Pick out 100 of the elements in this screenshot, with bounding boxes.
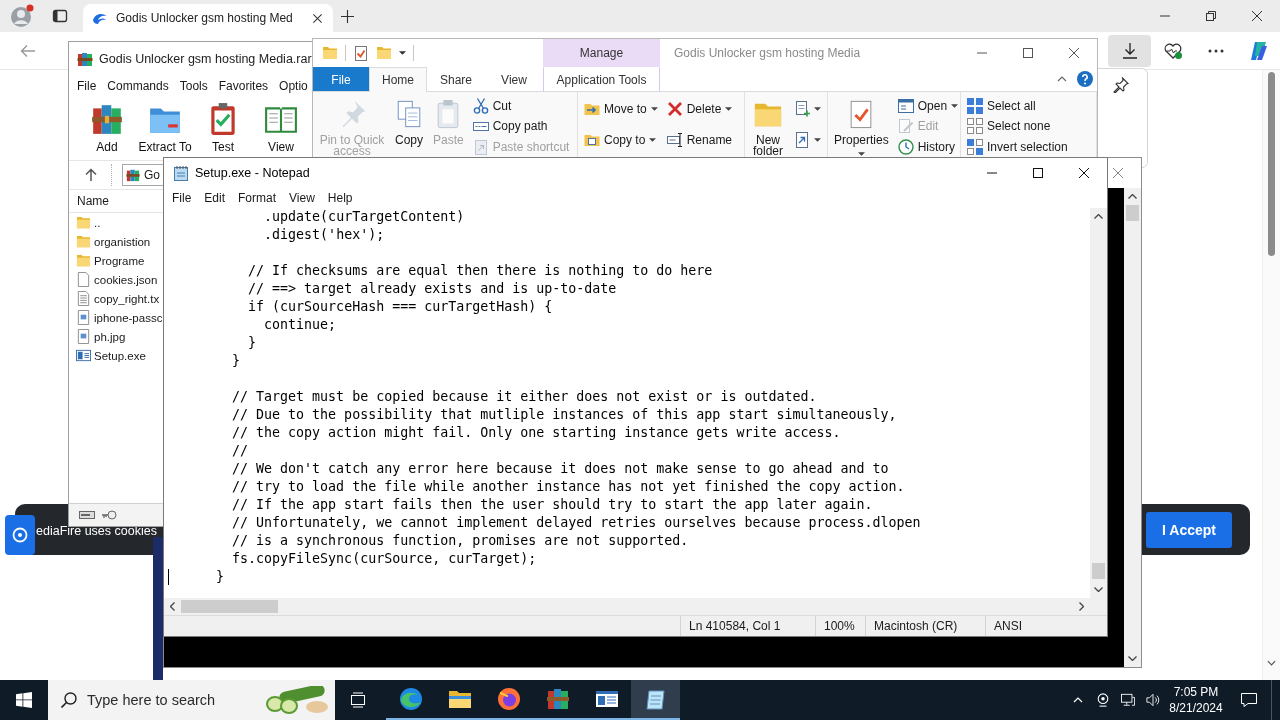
menu-item[interactable]: Tools — [179, 79, 208, 93]
checklist-icon[interactable] — [353, 45, 369, 61]
clock-time[interactable]: 7:05 PM — [1173, 684, 1219, 700]
code-line: // Due to the possibility that mutliple instances of this app start simultaneously, — [232, 407, 897, 422]
code-line: // is a synchronous function, promises are not supported. — [232, 533, 689, 548]
notification-icon[interactable] — [1241, 692, 1257, 708]
menu-item[interactable]: File — [172, 191, 192, 205]
ribbon-button[interactable]: Select all — [965, 96, 1070, 117]
menu-item[interactable]: Commands — [107, 79, 169, 93]
colorful-logo-icon[interactable] — [1248, 40, 1269, 61]
browser-tab[interactable]: Godis Unlocker gsm hosting Med — [83, 4, 333, 32]
pin-icon[interactable] — [1113, 77, 1129, 93]
menu-item[interactable]: Optio — [279, 79, 308, 93]
ribbon-button[interactable]: Copy — [392, 92, 426, 157]
maximize-icon[interactable] — [1033, 168, 1043, 178]
menu-item[interactable]: Favorites — [218, 79, 269, 93]
chevron-right-icon[interactable] — [1079, 602, 1084, 611]
ribbon-tab[interactable]: Share — [427, 67, 485, 91]
file-name[interactable]: .. — [94, 216, 101, 229]
code-line: // Target must be copied because it either does not exist or is outdated. — [232, 389, 817, 404]
file-name[interactable]: ph.jpg — [94, 330, 126, 343]
search-field[interactable]: Type here to search — [87, 692, 237, 708]
file-name[interactable]: Setup.exe — [94, 349, 146, 362]
taskbar-button[interactable] — [631, 680, 680, 720]
menu-item[interactable]: View — [289, 191, 315, 205]
chevron-down-icon[interactable] — [1267, 660, 1276, 666]
code-line: continue; — [264, 317, 337, 332]
up-arrow-icon[interactable] — [85, 168, 97, 182]
toolbar-button[interactable]: Add — [79, 99, 135, 157]
ribbon-button[interactable]: Open — [895, 96, 961, 117]
caret-icon[interactable] — [399, 51, 406, 55]
webcam-icon[interactable] — [1095, 693, 1110, 707]
more-icon[interactable] — [1207, 48, 1224, 53]
toolbar-button[interactable]: Test — [195, 99, 251, 157]
ribbon-tab[interactable]: View — [485, 67, 543, 91]
search-icon[interactable] — [61, 692, 77, 708]
cucumber-icon — [265, 686, 329, 714]
ribbon-button[interactable]: Cut — [470, 96, 572, 117]
tab-actions-icon[interactable] — [52, 8, 68, 24]
accept-button[interactable]: I Accept — [1146, 511, 1232, 548]
file-name[interactable]: cookies.json — [94, 273, 158, 286]
ribbon-button[interactable]: Copy path — [470, 116, 572, 137]
ribbon-button[interactable]: Invert selection — [965, 136, 1070, 157]
task-view-icon[interactable] — [350, 692, 366, 708]
chevron-up-icon[interactable] — [1094, 214, 1103, 219]
key-icon — [101, 510, 117, 520]
ribbon-button[interactable]: Properties — [832, 92, 891, 157]
heart-icon[interactable] — [1163, 42, 1182, 59]
menu-item[interactable]: File — [77, 79, 97, 93]
scrollbar-thumb[interactable] — [1268, 72, 1275, 256]
ribbon-button[interactable]: History — [895, 136, 961, 157]
menu-item[interactable]: Edit — [204, 191, 226, 205]
file-name[interactable]: Programe — [94, 254, 145, 267]
ribbon-button[interactable]: New folder — [749, 92, 787, 157]
ribbon-tab[interactable]: Home — [369, 67, 427, 92]
toolbar-button[interactable]: View — [253, 99, 309, 157]
close-icon[interactable] — [1252, 11, 1262, 21]
windows-logo-icon[interactable] — [16, 692, 32, 708]
chevron-left-icon[interactable] — [170, 602, 175, 611]
code-line: // Unfortunately, we cannot implement delayed retries ourselves because process.dlopen — [232, 515, 921, 530]
maximize-icon[interactable] — [1023, 48, 1033, 58]
folder-icon — [76, 215, 91, 230]
file-name[interactable]: organistion — [94, 235, 151, 248]
close-icon[interactable] — [1079, 168, 1089, 178]
code-line: } — [216, 569, 225, 584]
clock-date[interactable]: 8/21/2024 — [1169, 700, 1223, 716]
chevron-down-icon[interactable] — [1128, 656, 1137, 661]
code-line: // If checksums are equal then there is nothing to do here — [248, 263, 713, 278]
restore-icon[interactable] — [1206, 11, 1216, 21]
ribbon-button[interactable]: Copy to — [582, 129, 660, 151]
ribbon-button[interactable]: Move to — [582, 98, 660, 120]
menu-item[interactable]: Help — [327, 191, 353, 205]
address-field[interactable]: Go — [122, 164, 163, 186]
chevron-down-icon[interactable] — [1094, 587, 1103, 592]
close-icon[interactable] — [312, 12, 323, 24]
download-button[interactable] — [1108, 34, 1151, 67]
network-icon[interactable] — [1120, 693, 1135, 707]
scrollbar-thumb[interactable] — [1092, 563, 1105, 579]
scrollbar-thumb[interactable] — [1126, 205, 1139, 221]
floating-button[interactable] — [5, 515, 35, 555]
ribbon-button[interactable]: Rename — [664, 129, 735, 151]
speaker-icon[interactable] — [1145, 693, 1160, 707]
code-line: fs.copyFileSync(curSource, curTarget); — [232, 551, 537, 566]
toolbar-button[interactable]: Extract To — [137, 99, 193, 157]
new-tab-icon[interactable] — [341, 9, 354, 23]
menu-item[interactable]: Format — [238, 191, 277, 205]
ring-icon — [12, 527, 28, 543]
file-name[interactable]: iphone-passc — [94, 311, 163, 324]
file-icon — [76, 272, 91, 287]
ribbon-tab[interactable]: File — [313, 67, 369, 91]
ribbon-button[interactable]: Delete — [664, 98, 735, 120]
text-cursor — [168, 569, 169, 585]
chevron-up-icon[interactable] — [1128, 194, 1137, 199]
help-icon[interactable] — [1077, 71, 1093, 87]
file-name[interactable]: copy_right.tx — [94, 292, 160, 305]
scrollbar-thumb[interactable] — [181, 600, 278, 613]
close-icon[interactable] — [1069, 48, 1079, 58]
code-line: // We don't catch any error here because it does not make sense to go ahead and to — [232, 461, 889, 476]
ribbon-button[interactable]: Select none — [965, 116, 1070, 137]
avatar-icon[interactable] — [10, 4, 34, 28]
